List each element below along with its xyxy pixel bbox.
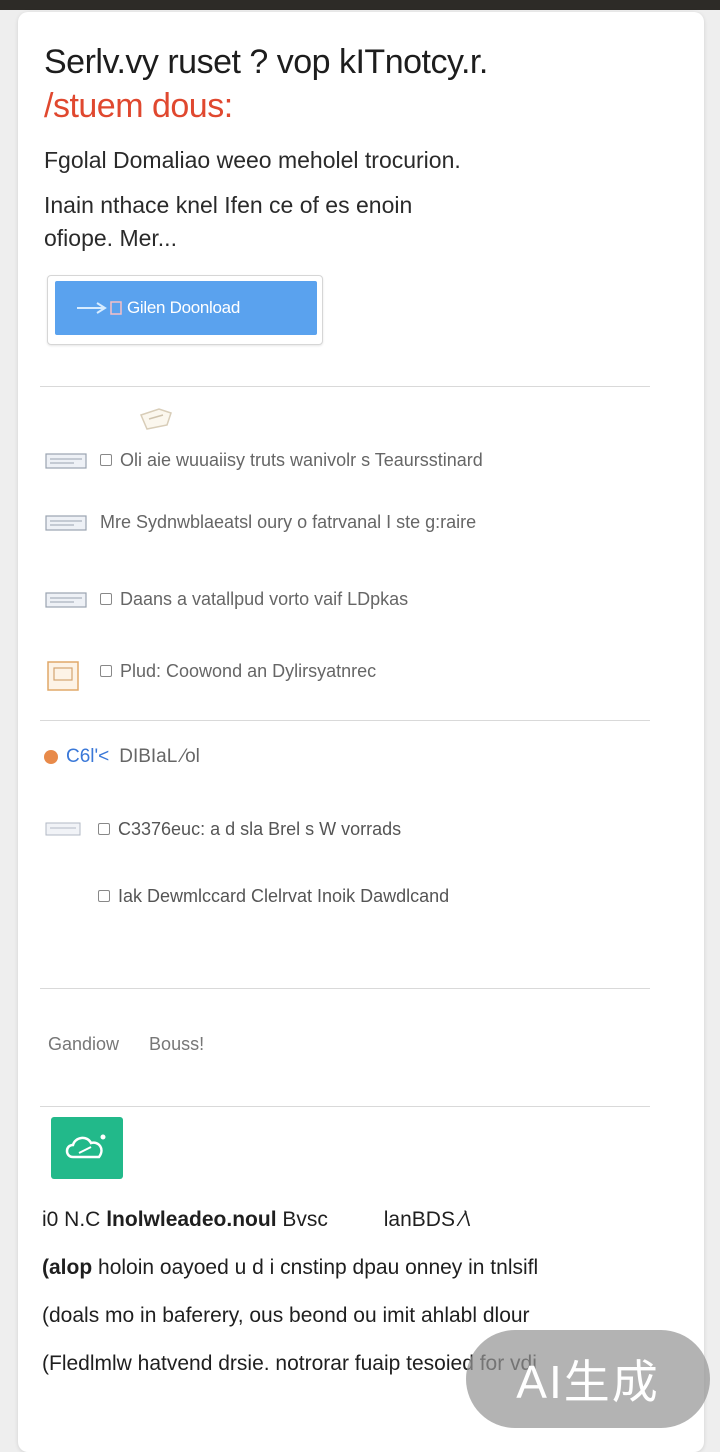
tab-bar: Gandiow Bouss! xyxy=(48,1034,204,1055)
tab-bonus[interactable]: Bouss! xyxy=(149,1034,204,1055)
divider xyxy=(40,1106,650,1107)
lead-text: Fgolal Domaliao weeo meholel trocurion. xyxy=(44,147,461,173)
checkbox-icon xyxy=(98,890,110,902)
feature-item: Oli aie wuuaiisy truts wanivolr s Teaurs… xyxy=(44,442,644,478)
versions-heading: C6l'< DIBIaL ⁄ol xyxy=(44,742,200,772)
tag-icon xyxy=(137,405,175,433)
app-line-bold: (alop xyxy=(42,1256,93,1279)
version-text: Iak Dewmlccard Clelrvat Inoik Dawdlcand xyxy=(118,885,450,906)
app-line-end: lanBDS ⁄\ xyxy=(383,1208,471,1231)
tab-general[interactable]: Gandiow xyxy=(48,1034,119,1055)
devices-icon xyxy=(44,449,88,471)
feature-item: Daans a vatallpud vorto vaif LDpkas xyxy=(44,581,644,617)
page-title-accent: /stuem dous: xyxy=(44,87,233,125)
app-line-text: holoin oayoed u d i cnstinp dpau onney i… xyxy=(98,1256,539,1279)
devices-icon xyxy=(44,511,88,533)
devices-icon xyxy=(44,588,88,610)
download-button-label: Gilen Doonload xyxy=(127,298,240,317)
version-text: C3376euc: a d sla Brel s W vorrads xyxy=(118,818,402,839)
checkbox-icon xyxy=(100,454,112,466)
download-button[interactable]: Gilen Doonload xyxy=(55,281,317,335)
divider xyxy=(40,988,650,989)
top-edge-bar xyxy=(0,0,720,10)
app-description-line: (doals mo in baferery, ous beond ou imit… xyxy=(42,1304,530,1327)
versions-accent[interactable]: C6l'< xyxy=(66,746,109,768)
status-dot-icon xyxy=(44,750,58,764)
description-text: Inain nthace knel Ifen ce of es enoin of… xyxy=(44,192,413,251)
app-description-line: (alop holoin oayoed u d i cnstinp dpau o… xyxy=(42,1253,672,1283)
feature-text: Mre Sydnwblaeatsl oury o fatrvanal I ste… xyxy=(100,511,477,532)
feature-text: Oli aie wuuaiisy truts wanivolr s Teaurs… xyxy=(120,449,483,470)
feature-item: Mre Sydnwblaeatsl oury o fatrvanal I ste… xyxy=(44,504,644,540)
page-title: Serlv.vy ruset ? vop kITnotcy.r. xyxy=(44,43,488,81)
version-item[interactable]: Iak Dewmlccard Clelrvat Inoik Dawdlcand xyxy=(44,879,644,913)
divider xyxy=(40,386,650,387)
app-line-mid: Bvsc xyxy=(282,1208,328,1231)
devices-icon xyxy=(44,819,84,839)
divider xyxy=(40,720,650,721)
app-line-prefix: i0 N.C xyxy=(42,1208,101,1231)
checkbox-icon xyxy=(98,823,110,835)
checkbox-icon xyxy=(100,593,112,605)
versions-heading-text: DIBIaL ⁄ol xyxy=(119,746,200,767)
ai-generated-watermark: AI生成 xyxy=(466,1330,710,1428)
feature-text: Daans a vatallpud vorto vaif LDpkas xyxy=(120,588,409,609)
cloud-app-icon[interactable] xyxy=(51,1117,123,1179)
version-item[interactable]: C3376euc: a d sla Brel s W vorrads xyxy=(44,812,644,846)
app-name: lnolwleadeo.noul xyxy=(106,1208,277,1231)
app-title-line: i0 N.C lnolwleadeo.noul Bvsc lanBDS ⁄\ xyxy=(42,1205,672,1235)
feature-item: Plud: Coowond an Dylirsyatnrec xyxy=(44,653,644,691)
feature-text: Plud: Coowond an Dylirsyatnrec xyxy=(120,660,377,681)
document-icon xyxy=(44,660,88,691)
checkbox-icon xyxy=(100,665,112,677)
download-arrow-icon xyxy=(75,298,125,318)
